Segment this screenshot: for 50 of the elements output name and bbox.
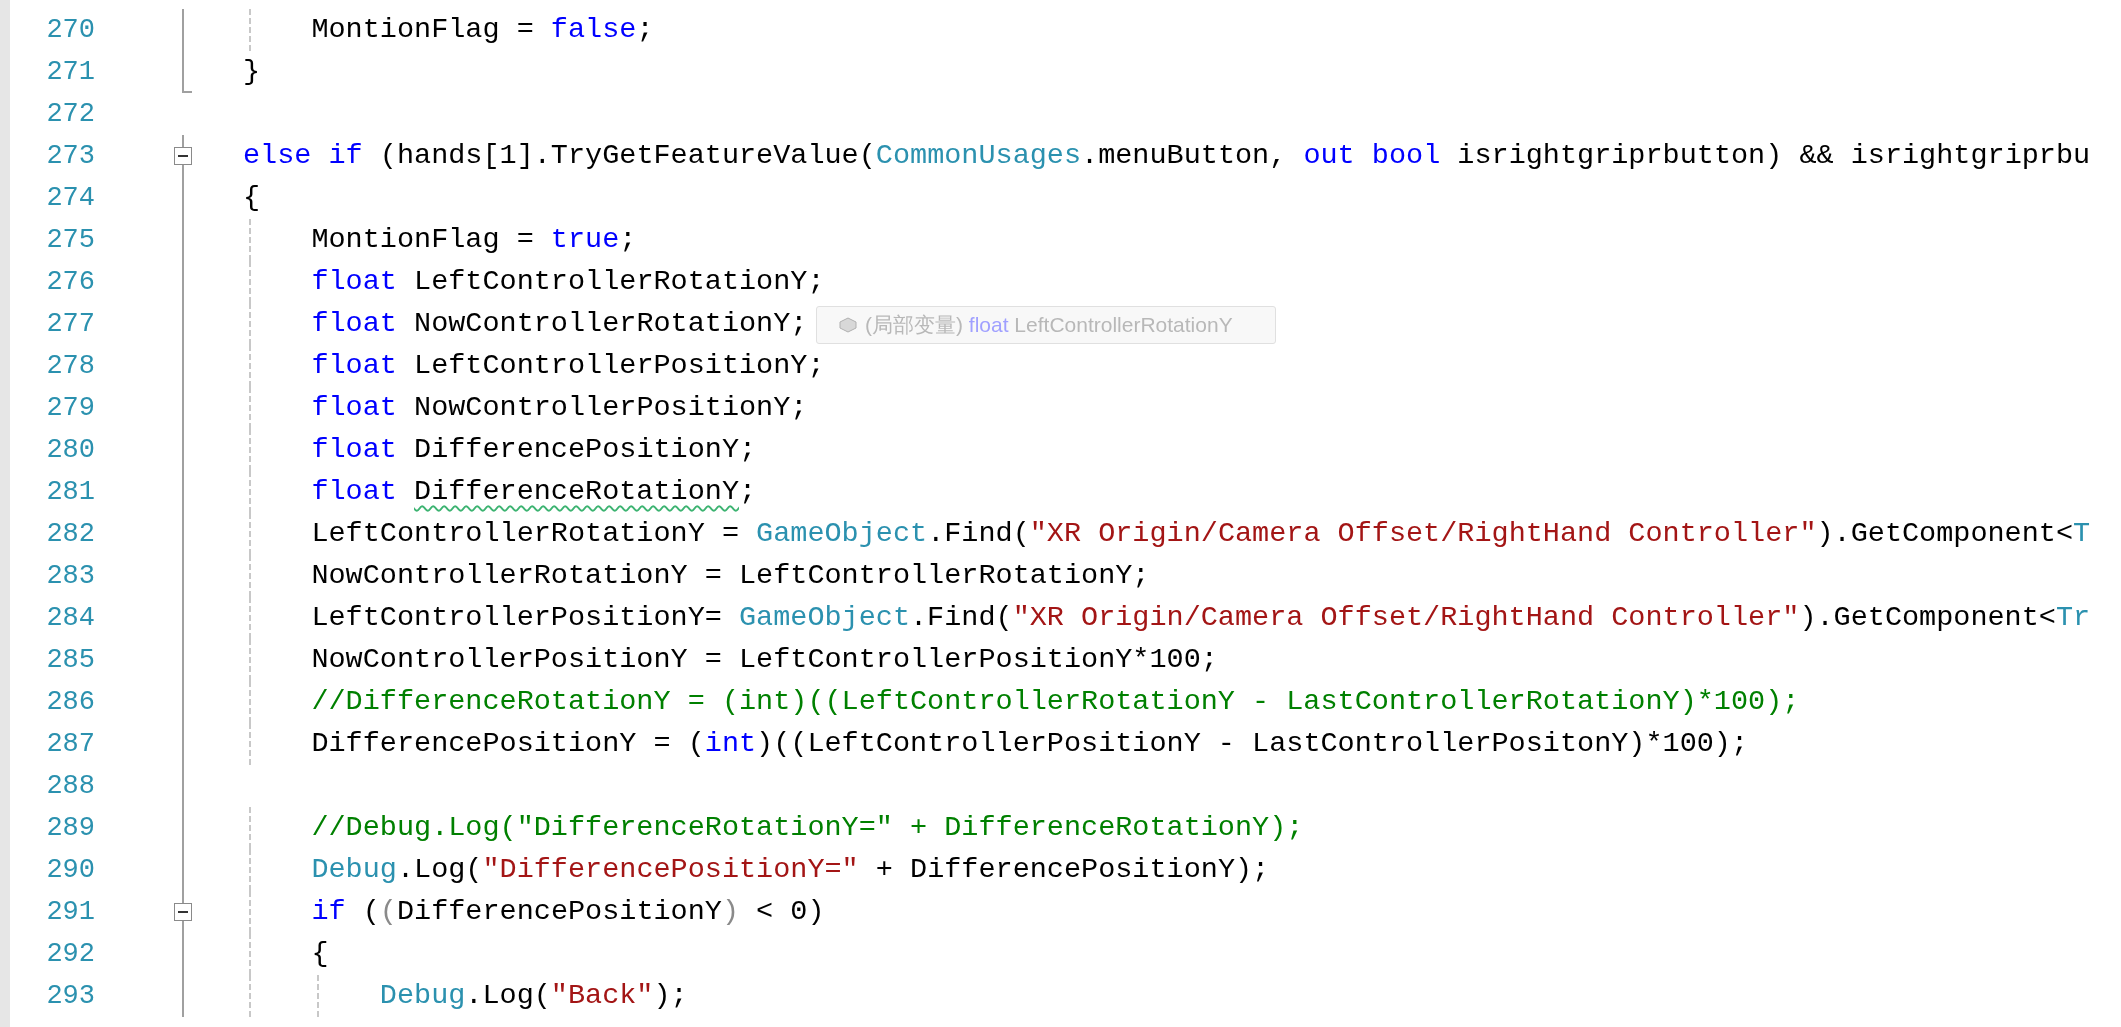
code-line: } <box>243 55 261 88</box>
line-number: 284 <box>45 602 95 635</box>
line-number: 277 <box>45 308 95 341</box>
code-line: Debug.Log("DifferencePositionY=" + DifferencePositionY); <box>310 853 1270 886</box>
code-line: MontionFlag = true; <box>310 223 637 256</box>
code-comment: //DifferenceRotationY = (int)((LeftControllerRotationY - LastControllerRotationY)*100); <box>310 685 1800 718</box>
line-number: 276 <box>45 266 95 299</box>
line-number: 283 <box>45 560 95 593</box>
code-line: { <box>243 181 261 214</box>
code-line: LeftControllerPositionY= GameObject.Find("XR Origin/Camera Offset/RightHand Controller").GetComponent<Tr <box>310 601 2091 634</box>
variable-icon <box>839 317 857 333</box>
line-number: 274 <box>45 182 95 215</box>
line-number: 286 <box>45 686 95 719</box>
code-line: DifferencePositionY = (int)((LeftControllerPositionY - LastControllerPositonY)*100); <box>310 727 1749 760</box>
line-number: 282 <box>45 518 95 551</box>
line-number: 281 <box>45 476 95 509</box>
collapse-icon[interactable] <box>174 903 192 921</box>
collapse-icon[interactable] <box>174 147 192 165</box>
line-number: 293 <box>45 980 95 1013</box>
line-number: 291 <box>45 896 95 929</box>
line-number: 273 <box>45 140 95 173</box>
line-number: 271 <box>45 56 95 89</box>
code-line: { <box>310 937 329 970</box>
code-line: float LeftControllerPositionY; <box>310 349 825 382</box>
line-number: 285 <box>45 644 95 677</box>
code-line: LeftControllerRotationY = GameObject.Find("XR Origin/Camera Offset/RightHand Controller").GetComponent<T <box>310 517 2091 550</box>
tooltip-text: (局部变量) float LeftControllerRotationY <box>865 312 1233 339</box>
line-number: 272 <box>45 98 95 131</box>
code-line: float NowControllerRotationY; <box>310 307 808 340</box>
line-number: 289 <box>45 812 95 845</box>
line-number: 287 <box>45 728 95 761</box>
line-number: 280 <box>45 434 95 467</box>
code-comment: //Debug.Log("DifferenceRotationY=" + DifferenceRotationY); <box>310 811 1304 844</box>
line-number: 292 <box>45 938 95 971</box>
code-line: float DifferenceRotationY; <box>310 475 757 508</box>
line-number: 278 <box>45 350 95 383</box>
code-line: else if (hands[1].TryGetFeatureValue(CommonUsages.menuButton, out bool isrightgriprbutton) && isrightgriprbu <box>243 139 2091 172</box>
code-line: if ((DifferencePositionY) < 0) <box>310 895 825 928</box>
code-line: float LeftControllerRotationY; <box>310 265 825 298</box>
line-number: 279 <box>45 392 95 425</box>
line-number: 275 <box>45 224 95 257</box>
line-number: 290 <box>45 854 95 887</box>
code-line: NowControllerRotationY = LeftControllerRotationY; <box>310 559 1150 592</box>
code-line: NowControllerPositionY = LeftControllerPositionY*100; <box>310 643 1218 676</box>
line-number: 288 <box>45 770 95 803</box>
line-number: 270 <box>45 14 95 47</box>
code-line: Debug.Log("Back"); <box>378 979 688 1012</box>
code-line: float NowControllerPositionY; <box>310 391 808 424</box>
code-line: float DifferencePositionY; <box>310 433 757 466</box>
code-line: MontionFlag = false; <box>310 13 654 46</box>
